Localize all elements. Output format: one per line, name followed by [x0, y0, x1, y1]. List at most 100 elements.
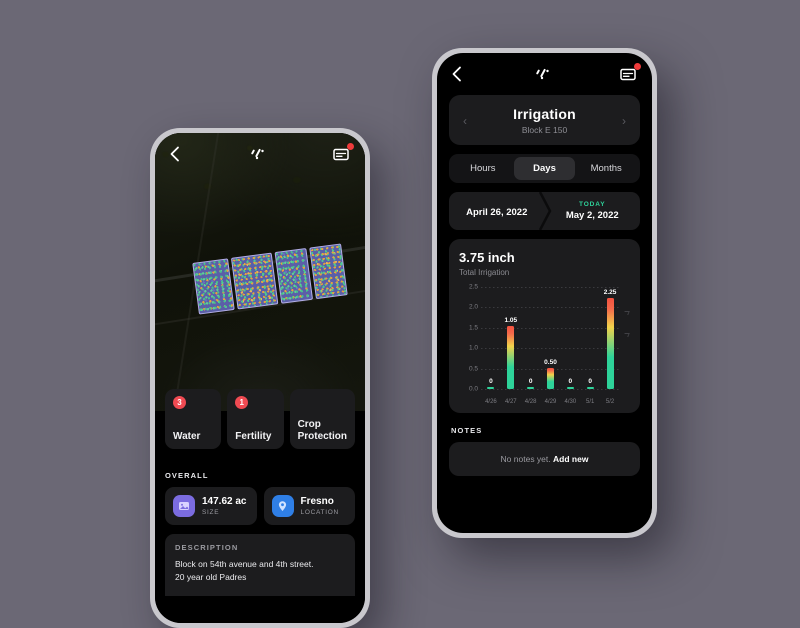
chart-bar[interactable]: [566, 387, 574, 389]
chart-bar-group[interactable]: 0: [580, 287, 600, 389]
field-size-icon: [173, 495, 195, 517]
task-badge: 1: [235, 396, 249, 409]
page-subtitle: Block E 150: [521, 125, 568, 135]
chart-bar-label: 0.50: [544, 358, 557, 366]
tab-days[interactable]: Days: [513, 157, 576, 180]
chart-threshold-markers: [623, 308, 630, 355]
period-segmented-control[interactable]: Hours Days Months: [449, 154, 640, 183]
description-line-2: 20 year old Padres: [175, 571, 247, 582]
chart-bar-group[interactable]: 2.25: [600, 287, 620, 389]
task-card-label: Water: [173, 430, 201, 442]
bar-chart[interactable]: 0.0 0.5 1.0 1.5 2.0 2.5 0 1.05 0 0.50 0 0 2.25 4/26…: [459, 283, 630, 405]
prev-block-button[interactable]: ‹: [459, 114, 471, 128]
inbox-button[interactable]: [620, 63, 641, 82]
stat-location[interactable]: Fresno LOCATION: [263, 487, 355, 525]
task-card-label: Fertility: [235, 430, 272, 442]
chart-bar-label: 2.25: [603, 289, 617, 297]
brand-logo-icon: [251, 148, 267, 161]
stat-size[interactable]: 147.62 ac SIZE: [165, 487, 257, 525]
date-range-end[interactable]: TODAY May 2, 2022: [545, 201, 641, 221]
chart-bar[interactable]: [527, 387, 535, 389]
page-title: Irrigation: [513, 106, 576, 122]
location-pin-icon: [271, 495, 294, 517]
total-irrigation-label: Total Irrigation: [459, 268, 510, 277]
stat-label: LOCATION: [300, 509, 339, 516]
chart-bar-label: 0: [528, 378, 533, 385]
task-badge: 3: [173, 396, 186, 409]
next-block-button[interactable]: ›: [618, 114, 630, 128]
chart-bar-group[interactable]: 0.50: [541, 287, 561, 389]
inbox-button[interactable]: [333, 143, 354, 162]
chart-bar-group[interactable]: 1.05: [501, 287, 521, 389]
back-button[interactable]: [169, 146, 185, 162]
description-line-1: Block on 54th avenue and 4th street.: [175, 559, 314, 569]
chart-x-tick: 4/28: [524, 399, 537, 405]
chart-bar[interactable]: [487, 387, 495, 389]
chart-x-axis: 4/26 4/27 4/28 4/29 4/30 5/1 5/2: [481, 399, 620, 405]
field-plot[interactable]: [230, 252, 279, 310]
date-range-start[interactable]: April 26, 2022: [449, 202, 545, 220]
phone-left: 3 Water 1 Fertility Crop Protection OVER…: [150, 128, 370, 628]
notes-empty-card[interactable]: No notes yet. Add new: [449, 442, 640, 476]
field-plot[interactable]: [274, 247, 314, 304]
chart-y-tick: 2.5: [468, 283, 478, 291]
date-end-value: May 2, 2022: [565, 210, 619, 221]
right-app-bar: [437, 53, 652, 95]
description-card: DESCRIPTION Block on 54th avenue and 4th…: [165, 534, 355, 596]
overall-stats: 147.62 ac SIZE Fresno LOCATION: [165, 487, 355, 525]
date-range-selector[interactable]: April 26, 2022 TODAY May 2, 2022: [449, 192, 640, 230]
stat-label: SIZE: [202, 509, 220, 516]
chart-x-tick: 5/1: [586, 399, 595, 405]
left-detail-panel: OVERALL 147.62 ac SIZE Fresno LOCATION D…: [155, 459, 365, 623]
chart-y-tick: 1.5: [468, 324, 478, 332]
total-irrigation-value: 3.75 inch: [459, 250, 515, 265]
chart-y-tick: 0.0: [468, 385, 478, 393]
add-note-link[interactable]: Add new: [553, 454, 588, 464]
chart-y-tick: 1.0: [468, 344, 478, 352]
notification-badge: [347, 143, 354, 150]
chart-gridline: [481, 389, 620, 390]
field-plot[interactable]: [309, 243, 348, 300]
chart-x-tick: 4/26: [485, 399, 497, 405]
left-screen: 3 Water 1 Fertility Crop Protection OVER…: [155, 133, 365, 623]
stat-value: Fresno: [300, 496, 334, 507]
chart-bar-group[interactable]: 0: [560, 287, 580, 389]
notes-section-label: NOTES: [451, 426, 483, 435]
chart-bar-label: 0: [588, 378, 593, 385]
chart-x-tick: 4/27: [504, 399, 517, 405]
chart-x-tick: 4/29: [544, 399, 557, 405]
tab-hours[interactable]: Hours: [452, 157, 514, 180]
chart-x-tick: 5/2: [605, 399, 615, 405]
tab-months[interactable]: Months: [575, 157, 637, 180]
notification-badge: [634, 63, 641, 70]
notes-empty-text: No notes yet.: [500, 454, 551, 464]
right-screen: ‹ Irrigation Block E 150 › Hours Days Mo…: [437, 53, 652, 533]
field-plot[interactable]: [192, 258, 235, 315]
task-card-water[interactable]: 3 Water: [165, 389, 222, 449]
today-label: TODAY: [578, 201, 606, 208]
chart-bar-group[interactable]: 0: [521, 287, 541, 389]
task-cards: 3 Water 1 Fertility Crop Protection: [165, 389, 356, 449]
irrigation-chart-card: 3.75 inch Total Irrigation 0.0 0.5 1.0 1.5 2…: [449, 239, 640, 413]
chart-bar[interactable]: [606, 298, 614, 389]
chart-bar-label: 0: [568, 378, 573, 385]
chart-bars: 0 1.05 0 0.50 0 0 2.25: [481, 287, 620, 389]
chart-y-tick: 0.5: [468, 365, 478, 373]
chart-bar[interactable]: [547, 367, 554, 389]
task-card-crop-protection[interactable]: Crop Protection: [289, 389, 356, 449]
date-range-divider: [538, 192, 552, 230]
chart-y-tick: 2.0: [468, 303, 478, 311]
date-start-value: April 26, 2022: [466, 207, 528, 218]
overall-section-label: OVERALL: [165, 471, 209, 480]
task-card-fertility[interactable]: 1 Fertility: [227, 389, 284, 449]
left-app-bar: [155, 133, 365, 175]
irrigation-page: ‹ Irrigation Block E 150 › Hours Days Mo…: [437, 95, 652, 533]
chart-bar[interactable]: [507, 325, 515, 389]
back-button[interactable]: [451, 66, 467, 82]
chart-bar[interactable]: [586, 387, 594, 389]
chart-x-tick: 4/30: [564, 399, 577, 405]
chart-bar-label: 1.05: [504, 316, 518, 324]
stat-value: 147.62 ac: [202, 496, 247, 507]
task-card-label: Crop Protection: [297, 419, 348, 442]
chart-bar-group[interactable]: 0: [481, 287, 501, 389]
